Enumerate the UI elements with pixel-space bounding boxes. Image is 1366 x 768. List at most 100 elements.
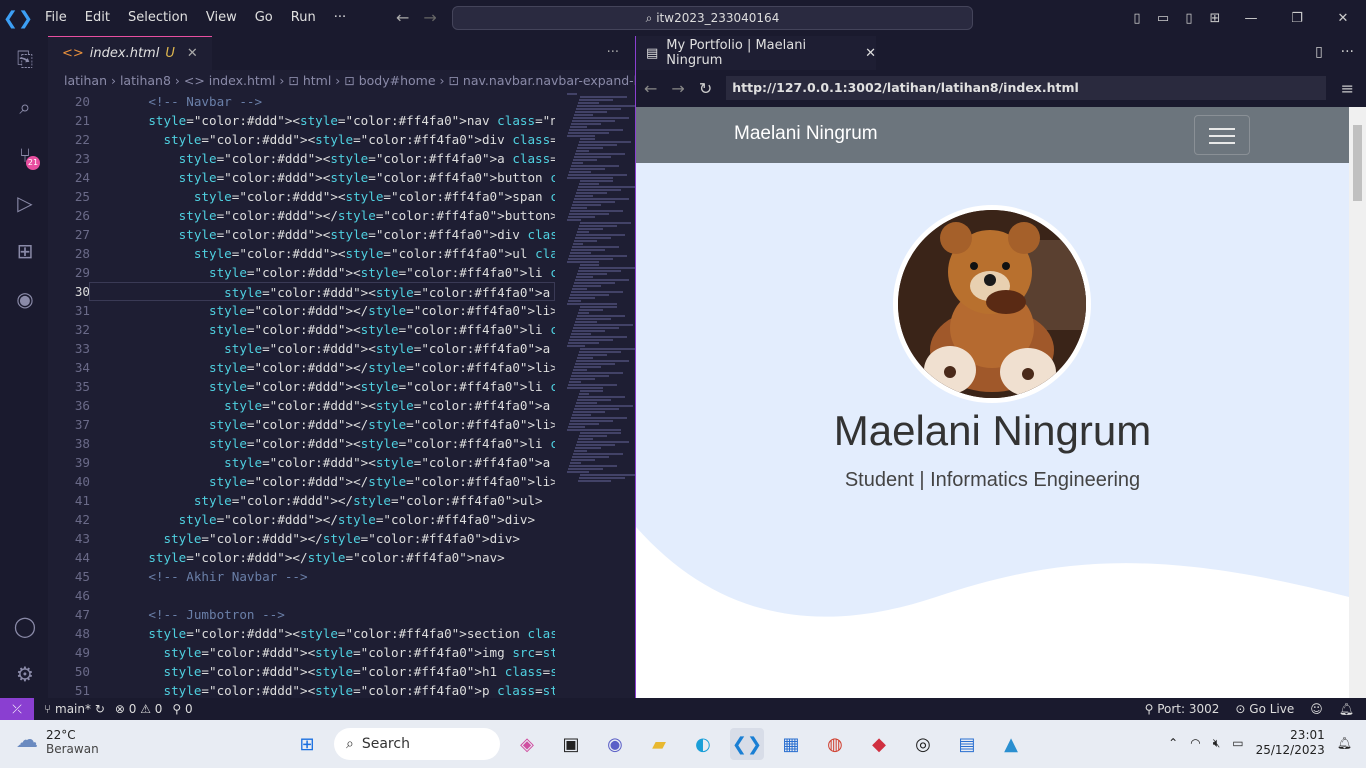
obs-icon[interactable]: ◎ [906,728,940,760]
code-line[interactable]: 43 style="color:#ddd"></style="color:#ff… [48,529,555,548]
close-window-button[interactable]: ✕ [1320,11,1366,26]
vscode-taskbar-icon[interactable]: ❮❯ [730,728,764,760]
code-line[interactable]: 42 style="color:#ddd"></style="color:#ff… [48,510,555,529]
customize-layout-icon[interactable]: ⊞ [1202,11,1228,26]
menu-item[interactable]: File [36,0,76,36]
forward-arrow-icon[interactable]: → [423,8,436,27]
search-icon[interactable]: ⌕ [12,94,38,120]
code-line[interactable]: 30 style="color:#ddd"><style="color:#ff4… [48,282,555,301]
notifications-bell-icon[interactable]: 🔔︎ [1339,702,1354,716]
browser-forward-icon[interactable]: → [671,79,684,98]
code-line[interactable]: 34 style="color:#ddd"></style="color:#ff… [48,358,555,377]
volume-mute-icon[interactable]: 🔇︎ [1213,736,1221,751]
menu-item[interactable]: Edit [76,0,119,36]
minimize-button[interactable]: — [1228,11,1274,26]
code-line[interactable]: 35 style="color:#ddd"><style="color:#ff4… [48,377,555,396]
code-line[interactable]: 26 style="color:#ddd"></style="color:#ff… [48,206,555,225]
problems-indicator[interactable]: ⊗ 0 ⚠ 0 [115,702,163,716]
page-scrollbar[interactable] [1349,107,1366,698]
reload-icon[interactable]: ↻ [699,79,712,98]
code-line[interactable]: 24 style="color:#ddd"><style="color:#ff4… [48,168,555,187]
ports-indicator[interactable]: ⚲ 0 [172,702,192,716]
toggle-panel-icon[interactable]: ▭ [1150,11,1176,26]
tab-index-html[interactable]: <> index.html U ✕ [48,36,212,70]
code-line[interactable]: 32 style="color:#ddd"><style="color:#ff4… [48,320,555,339]
code-line[interactable]: 22 style="color:#ddd"><style="color:#ff4… [48,130,555,149]
menu-item[interactable]: Go [246,0,282,36]
code-line[interactable]: 41 style="color:#ddd"></style="color:#ff… [48,491,555,510]
code-line[interactable]: 33 style="color:#ddd"><style="color:#ff4… [48,339,555,358]
git-client-icon[interactable]: ◆ [862,728,896,760]
accounts-icon[interactable]: ◯ [12,613,38,639]
code-line[interactable]: 39 style="color:#ddd"><style="color:#ff4… [48,453,555,472]
more-icon[interactable]: ··· [1341,44,1354,60]
tray-overflow-icon[interactable]: ⌃ [1168,736,1178,750]
code-line[interactable]: 28 style="color:#ddd"><style="color:#ff4… [48,244,555,263]
code-line[interactable]: 23 style="color:#ddd"><style="color:#ff4… [48,149,555,168]
code-line[interactable]: 45 <!-- Akhir Navbar --> [48,567,555,586]
weather-widget[interactable]: ☁ 22°C Berawan [16,728,99,756]
go-live-button[interactable]: ⊙ Go Live [1235,702,1294,716]
code-line[interactable]: 37 style="color:#ddd"></style="color:#ff… [48,415,555,434]
code-line[interactable]: 38 style="color:#ddd"><style="color:#ff4… [48,434,555,453]
breadcrumb[interactable]: latihan › latihan8 › <> index.html › ⊡ h… [48,70,635,92]
browser-back-icon[interactable]: ← [644,79,657,98]
address-input[interactable]: http://127.0.0.1:3002/latihan/latihan8/i… [726,76,1327,100]
navbar-toggler-button[interactable] [1194,115,1250,155]
toggle-sidebar-icon[interactable]: ▯ [1124,11,1150,26]
photos-icon[interactable]: ▲ [994,728,1028,760]
port-indicator[interactable]: ⚲ Port: 3002 [1145,702,1220,716]
command-center[interactable]: ⌕ itw2023_233040164 [452,6,973,30]
code-line[interactable]: 51 style="color:#ddd"><style="color:#ff4… [48,681,555,698]
close-tab-icon[interactable]: ✕ [187,46,198,61]
browser-tab[interactable]: ▤ My Portfolio | Maelani Ningrum ✕ [636,36,876,70]
menu-item[interactable]: View [197,0,246,36]
code-line[interactable]: 25 style="color:#ddd"><style="color:#ff4… [48,187,555,206]
code-line[interactable]: 20 <!-- Navbar --> [48,92,555,111]
code-line[interactable]: 49 style="color:#ddd"><style="color:#ff4… [48,643,555,662]
notifications-icon[interactable]: 🔔︎ [1337,736,1352,750]
edge-browser-icon[interactable]: ◐ [686,728,720,760]
browser-menu-icon[interactable]: ≡ [1341,79,1354,98]
code-line[interactable]: 40 style="color:#ddd"></style="color:#ff… [48,472,555,491]
store-icon[interactable]: ▦ [774,728,808,760]
restore-button[interactable]: ❐ [1274,11,1320,26]
extensions-icon[interactable]: ⊞ [12,238,38,264]
menu-item[interactable]: ··· [325,0,355,36]
code-line[interactable]: 31 style="color:#ddd"></style="color:#ff… [48,301,555,320]
notepad-icon[interactable]: ▤ [950,728,984,760]
remote-indicator-icon[interactable]: ⤫ [0,698,34,720]
start-windows-icon[interactable]: ⊞ [290,728,324,760]
code-line[interactable]: 46 [48,586,555,605]
menu-item[interactable]: Selection [119,0,197,36]
minimap[interactable] [563,92,639,698]
wifi-icon[interactable]: ◠ [1190,736,1200,750]
code-line[interactable]: 48 style="color:#ddd"><style="color:#ff4… [48,624,555,643]
clock[interactable]: 23:01 25/12/2023 [1256,728,1325,758]
menu-item[interactable]: Run [282,0,325,36]
github-icon[interactable]: ◉ [12,286,38,312]
close-preview-icon[interactable]: ✕ [865,46,876,61]
settings-gear-icon[interactable]: ⚙ [12,661,38,687]
battery-icon[interactable]: ▭ [1232,736,1243,750]
accounts-status-icon[interactable]: ☺ [1310,702,1323,716]
copilot-icon[interactable]: ◈ [510,728,544,760]
code-view[interactable]: 20 <!-- Navbar --> 21 style="color:#ddd">… [48,92,555,698]
taskbar-search[interactable]: ⌕ Search [334,728,500,760]
code-line[interactable]: 27 style="color:#ddd"><style="color:#ff4… [48,225,555,244]
toggle-secondary-sidebar-icon[interactable]: ▯ [1176,11,1202,26]
chrome-icon[interactable]: ◍ [818,728,852,760]
teams-chat-icon[interactable]: ◉ [598,728,632,760]
back-arrow-icon[interactable]: ← [396,8,409,27]
navbar-brand[interactable]: Maelani Ningrum [734,123,878,145]
explorer-icon[interactable]: ⎘ [12,46,38,72]
code-line[interactable]: 47 <!-- Jumbotron --> [48,605,555,624]
more-actions-icon[interactable]: ··· [607,36,619,70]
file-explorer-icon[interactable]: ▰ [642,728,676,760]
code-line[interactable]: 29 style="color:#ddd"><style="color:#ff4… [48,263,555,282]
code-line[interactable]: 50 style="color:#ddd"><style="color:#ff4… [48,662,555,681]
branch-indicator[interactable]: ⑂ main* ↻ [44,702,105,716]
code-line[interactable]: 21 style="color:#ddd"><style="color:#ff4… [48,111,555,130]
code-line[interactable]: 44 style="color:#ddd"></style="color:#ff… [48,548,555,567]
run-debug-icon[interactable]: ▷ [12,190,38,216]
